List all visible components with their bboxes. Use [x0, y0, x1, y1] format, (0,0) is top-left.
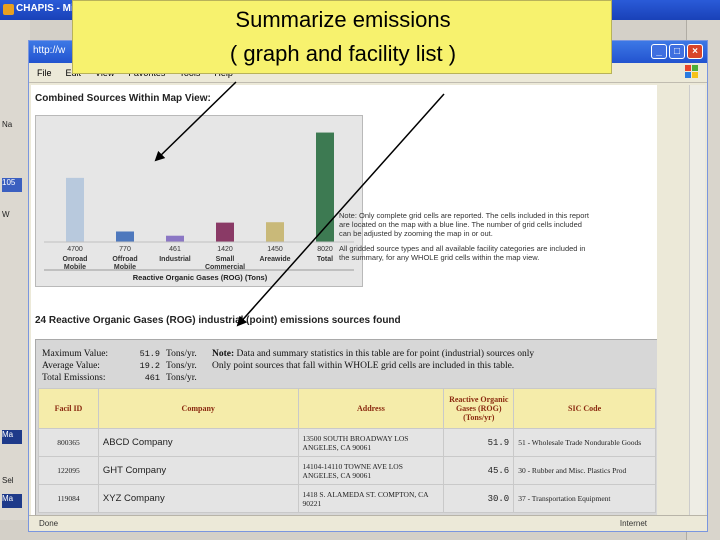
emissions-table-panel: Maximum Value: 51.9 Tons/yr. Average Value… [35, 339, 657, 517]
sic-code: 51 - Wholesale Trade Nondurable Goods [513, 428, 656, 457]
col-company[interactable]: Company [97, 388, 299, 429]
bar-offroad-mobile [116, 231, 134, 242]
close-icon[interactable]: × [687, 44, 703, 59]
table-header-row: Facil ID Company Address Reactive Organi… [38, 388, 656, 429]
left-strip-item[interactable]: Na [2, 120, 22, 134]
bar-value-label: 1450 [267, 246, 283, 253]
bar-value-label: 4700 [67, 246, 83, 253]
avg-label: Average Value: [42, 361, 100, 371]
facility-table: Facil ID Company Address Reactive Organi… [38, 388, 656, 513]
unit-label: Tons/yr. [166, 361, 197, 371]
max-label: Maximum Value: [42, 349, 109, 359]
bar-category-label: Industrial [159, 256, 191, 263]
bar-value-label: 8020 [317, 246, 333, 253]
table-row[interactable]: 800365 ABCD Company 13500 SOUTH BROADWAY… [38, 428, 656, 457]
bar-industrial [166, 235, 184, 242]
bar-category-label: Areawide [259, 256, 290, 263]
bar-value-label: 770 [119, 246, 131, 253]
company-name: GHT Company [97, 456, 299, 485]
company-name: XYZ Company [97, 484, 299, 513]
col-rog[interactable]: Reactive Organic Gases (ROG) (Tons/yr) [443, 388, 515, 429]
avg-value: 19.2 [139, 361, 160, 371]
bar-value-label: 461 [169, 246, 181, 253]
bar-category-label: Offroad [112, 256, 137, 263]
bar-value-label: 1420 [217, 246, 233, 253]
col-sic-code[interactable]: SIC Code [513, 388, 656, 429]
unit-label: Tons/yr. [166, 373, 197, 383]
bar-onroad-mobile [66, 177, 84, 242]
left-panel-strip: Na 105 W Ma Sel Ma [0, 20, 30, 520]
total-value: 461 [144, 373, 160, 383]
facility-id: 122095 [38, 456, 99, 485]
vertical-scrollbar[interactable] [689, 85, 705, 517]
bar-total [316, 132, 334, 242]
emissions-chart: 4700 Onroad Mobile 770 Offroad Mobile 461 Indus… [35, 115, 363, 287]
windows-logo-icon [685, 65, 698, 78]
callout-title: Summarize emissions [235, 7, 451, 32]
callout-subtitle: ( graph and facility list ) [229, 41, 457, 66]
chart-x-axis-label: Reactive Organic Gases (ROG) (Tons) [133, 273, 268, 282]
sic-code: 30 - Rubber and Misc. Plastics Prod [513, 456, 656, 485]
zone-text: Internet [619, 519, 647, 528]
note-line-1: Data and summary statistics in this tabl… [236, 349, 535, 359]
company-name: ABCD Company [97, 428, 299, 457]
left-strip-item[interactable]: Sel [2, 476, 22, 490]
rog-value: 51.9 [443, 428, 515, 457]
app-icon [3, 4, 14, 15]
annotation-callout: Summarize emissions ( graph and facility… [72, 0, 612, 74]
status-bar: Done Internet [29, 515, 707, 531]
table-heading: 24 Reactive Organic Gases (ROG) industri… [35, 315, 401, 326]
col-address[interactable]: Address [297, 388, 445, 429]
bar-category-label: Small [216, 256, 235, 263]
chart-notes: Note: Only complete grid cells are repor… [339, 211, 589, 268]
col-facil-id[interactable]: Facil ID [38, 388, 99, 429]
address-text[interactable]: http://w [33, 45, 65, 56]
left-strip-item[interactable]: W [2, 210, 22, 224]
bar-small-commercial [216, 222, 234, 242]
table-row[interactable]: 122095 GHT Company 14104-14110 TOWNE AVE… [38, 456, 656, 485]
menu-file[interactable]: File [37, 68, 52, 78]
left-strip-item[interactable]: 105 [2, 178, 22, 192]
emissions-bar-chart: 4700OnroadMobile770OffroadMobile461Indus… [44, 132, 354, 282]
background-window-title: CHAPIS - Mic [16, 3, 80, 14]
window-controls: _ □ × [651, 44, 703, 59]
facility-address: 13500 SOUTH BROADWAY LOS ANGELES, CA 900… [297, 428, 445, 457]
bar-category-label: Total [317, 256, 333, 263]
maximize-icon[interactable]: □ [669, 44, 685, 59]
summary-stats: Maximum Value: 51.9 Tons/yr. Average Value… [42, 348, 197, 384]
bar-category-label: Onroad [63, 256, 88, 263]
status-text: Done [39, 519, 59, 528]
max-value: 51.9 [139, 349, 160, 359]
table-row[interactable]: 119084 XYZ Company 1418 S. ALAMEDA ST. C… [38, 484, 656, 513]
left-strip-item[interactable]: Ma [2, 430, 22, 444]
rog-value: 45.6 [443, 456, 515, 485]
browser-window: http://w _ □ × File Edit View Favorites … [28, 40, 708, 532]
note-bold-label: Note: [212, 349, 235, 359]
note-grid-cells: Note: Only complete grid cells are repor… [339, 211, 589, 238]
page-content: Combined Sources Within Map View: 4700 On… [31, 85, 657, 517]
table-note: Note: Data and summary statistics in thi… [212, 348, 534, 372]
rog-value: 30.0 [443, 484, 515, 513]
note-line-2: Only point sources that fall within WHOL… [212, 361, 515, 371]
left-strip-item[interactable]: Ma [2, 494, 22, 508]
sic-code: 37 - Transportation Equipment [513, 484, 656, 513]
bar-areawide [266, 222, 284, 242]
facility-address: 1418 S. ALAMEDA ST. COMPTON, CA 90221 [297, 484, 445, 513]
facility-id: 119084 [38, 484, 99, 513]
note-source-types: All gridded source types and all availab… [339, 244, 586, 262]
minimize-icon[interactable]: _ [651, 44, 667, 59]
chart-heading: Combined Sources Within Map View: [35, 93, 211, 104]
unit-label: Tons/yr. [166, 349, 197, 359]
total-label: Total Emissions: [42, 373, 106, 383]
facility-id: 800365 [38, 428, 99, 457]
facility-address: 14104-14110 TOWNE AVE LOS ANGELES, CA 90… [297, 456, 445, 485]
